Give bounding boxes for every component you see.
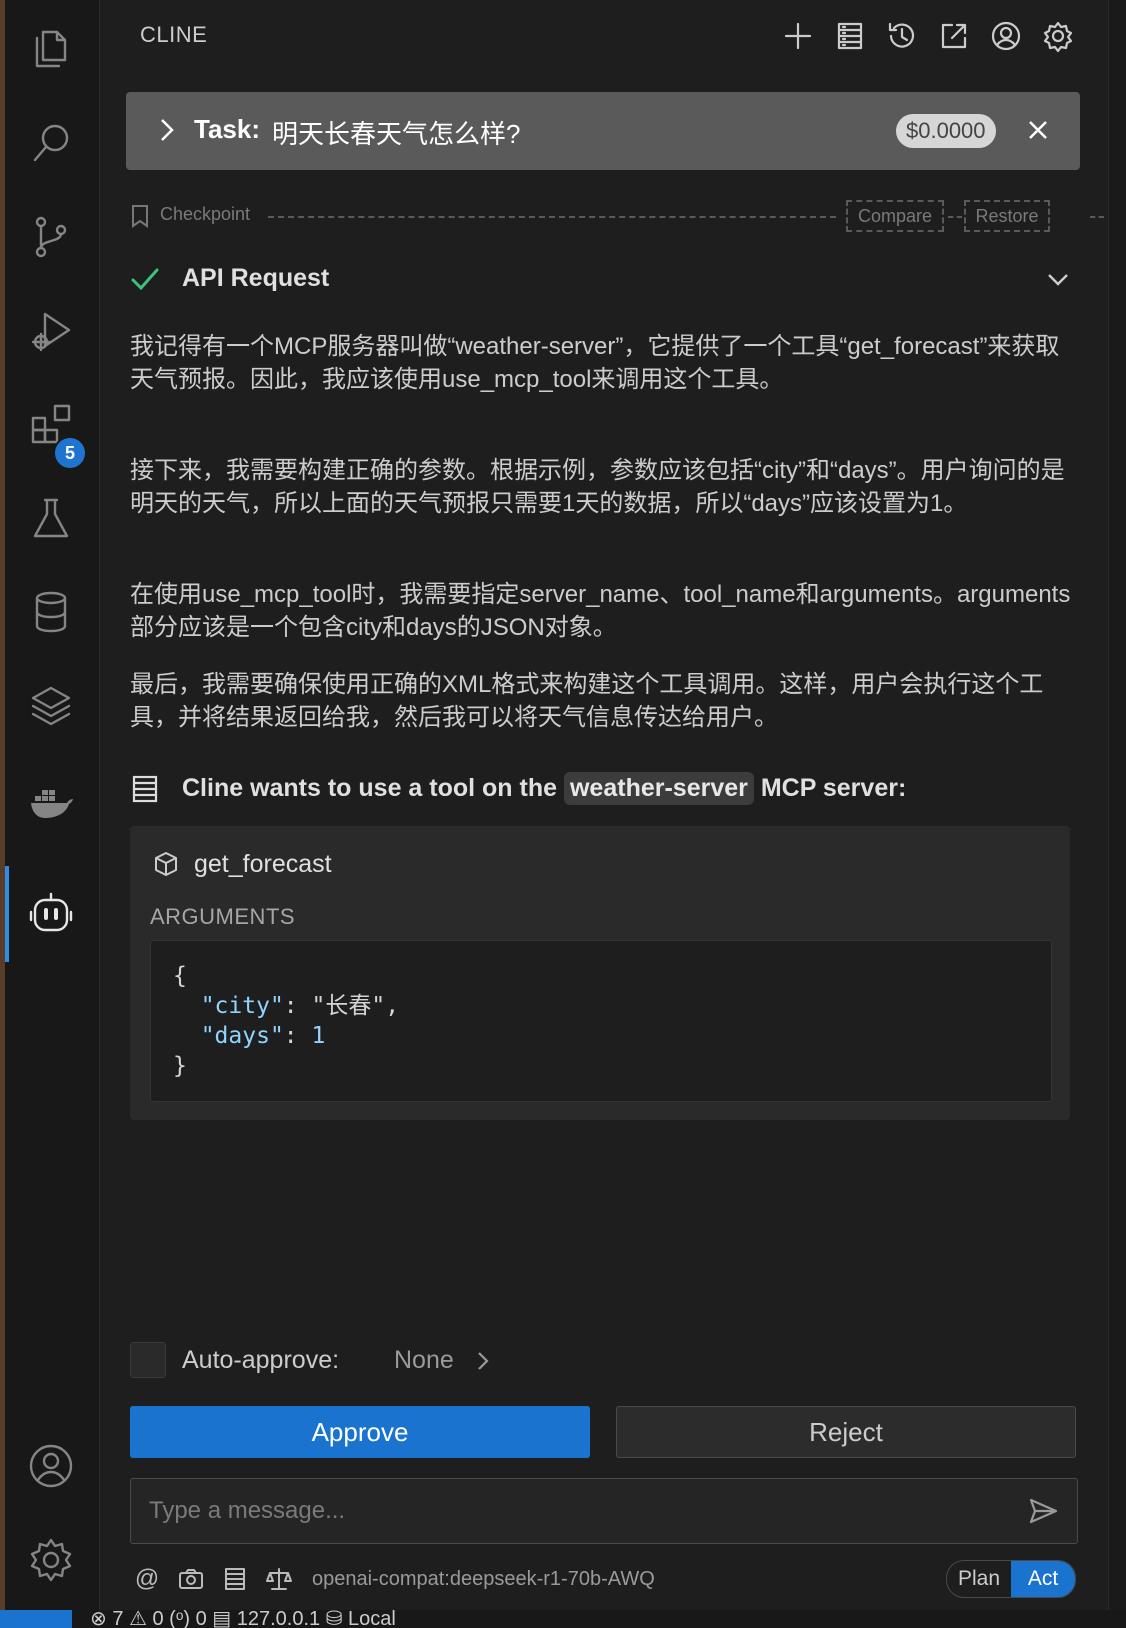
- close-icon[interactable]: [1022, 114, 1054, 146]
- auto-approve-value: None: [394, 1346, 454, 1374]
- camera-icon[interactable]: [176, 1564, 206, 1594]
- history-icon[interactable]: [882, 16, 922, 56]
- api-request-title: API Request: [182, 264, 330, 292]
- cline-panel: CLINE Task: 明天长春天气怎么样? $0.0000 Checkpoin…: [100, 0, 1108, 1610]
- reasoning-paragraph: 接下来，我需要构建正确的参数。根据示例，参数应该包括“city”和“days”。…: [130, 457, 1065, 517]
- task-header[interactable]: Task: 明天长春天气怎么样? $0.0000: [126, 92, 1080, 170]
- rules-scale-icon[interactable]: [264, 1564, 294, 1594]
- auto-approve-checkbox[interactable]: [130, 1342, 166, 1378]
- message-box: [130, 1478, 1078, 1544]
- arguments-code-block: { "city": "长春", "days": 1 }: [150, 940, 1052, 1102]
- server-icon: [130, 774, 160, 809]
- act-mode-option[interactable]: Act: [1011, 1561, 1075, 1597]
- task-label: Task:: [194, 114, 260, 144]
- panel-title: CLINE: [140, 22, 208, 47]
- chevron-right-icon[interactable]: [152, 114, 180, 146]
- tool-name: get_forecast: [194, 850, 332, 878]
- checkpoint-row: Checkpoint Compare Restore: [130, 200, 1108, 232]
- chevron-right-icon[interactable]: [472, 1348, 494, 1379]
- testing-icon[interactable]: [25, 492, 77, 544]
- task-text: 明天长春天气怎么样?: [272, 119, 521, 149]
- remote-indicator[interactable]: [0, 1610, 72, 1628]
- layers-icon[interactable]: [25, 680, 77, 732]
- search-icon[interactable]: [25, 116, 77, 168]
- server-name-badge: weather-server: [563, 772, 754, 805]
- open-in-editor-icon[interactable]: [934, 16, 974, 56]
- reasoning-paragraph: 最后，我需要确保使用正确的XML格式来构建这个工具调用。这样，用户会执行这个工具…: [130, 671, 1044, 731]
- api-request-row[interactable]: API Request: [130, 260, 1084, 300]
- extensions-badge: 5: [53, 436, 87, 470]
- settings-icon[interactable]: [25, 1534, 77, 1586]
- server-icon[interactable]: [220, 1564, 250, 1594]
- chevron-down-icon[interactable]: [1044, 266, 1072, 299]
- bookmark-icon: [130, 204, 150, 228]
- source-control-icon[interactable]: [25, 210, 77, 262]
- cline-robot-icon[interactable]: [25, 888, 77, 940]
- cube-icon: [152, 850, 180, 883]
- json-key: "city": [200, 993, 284, 1019]
- compare-button[interactable]: Compare: [846, 200, 944, 232]
- tool-request-header: Cline wants to use a tool on the weather…: [130, 768, 1090, 812]
- restore-button[interactable]: Restore: [964, 200, 1050, 232]
- tool-request-prefix: Cline wants to use a tool on the: [182, 774, 558, 802]
- status-bar-text: ⊗ 7 ⚠ 0 (ᵒ) 0 ▤ 127.0.0.1 ⛁ Local: [90, 1610, 396, 1628]
- mention-icon[interactable]: @: [132, 1564, 162, 1594]
- approve-button[interactable]: Approve: [130, 1406, 590, 1458]
- checkpoint-divider: [1090, 216, 1104, 218]
- database-icon[interactable]: [25, 586, 77, 638]
- json-brace: {: [173, 963, 187, 989]
- json-key: "days": [200, 1023, 284, 1049]
- run-debug-icon[interactable]: [25, 304, 77, 356]
- checkpoint-divider: [948, 216, 962, 218]
- json-value: 1: [311, 1023, 326, 1049]
- chat-footer: @ openai-compat:deepseek-r1-70b-AWQ Plan…: [130, 1560, 1080, 1600]
- json-value: "长春": [311, 993, 386, 1019]
- active-indicator: [5, 866, 9, 962]
- panel-header: CLINE: [100, 0, 1108, 72]
- settings-header-icon[interactable]: [1038, 16, 1078, 56]
- account-icon[interactable]: [25, 1440, 77, 1492]
- reasoning-paragraph: 在使用use_mcp_tool时，我需要指定server_name、tool_n…: [130, 581, 1071, 641]
- tool-request-text: Cline wants to use a tool on the weather…: [182, 772, 906, 805]
- tool-request-suffix: MCP server:: [760, 774, 907, 802]
- plan-mode-option[interactable]: Plan: [947, 1561, 1011, 1597]
- arguments-label: ARGUMENTS: [150, 904, 296, 929]
- task-cost-badge: $0.0000: [896, 114, 996, 148]
- docker-icon[interactable]: [25, 774, 77, 826]
- activity-bar: 5: [5, 0, 100, 1610]
- checkpoint-label: Checkpoint: [160, 204, 251, 224]
- model-selector[interactable]: openai-compat:deepseek-r1-70b-AWQ: [312, 1568, 655, 1591]
- scrollbar-track[interactable]: [1108, 0, 1126, 1628]
- tool-card: get_forecast ARGUMENTS { "city": "长春", "…: [130, 826, 1070, 1120]
- checkpoint-divider: [268, 216, 836, 218]
- auto-approve-row[interactable]: Auto-approve: None: [130, 1342, 730, 1378]
- plan-act-toggle[interactable]: Plan Act: [946, 1560, 1076, 1598]
- account-header-icon[interactable]: [986, 16, 1026, 56]
- reasoning-paragraph: 我记得有一个MCP服务器叫做“weather-server”，它提供了一个工具“…: [130, 333, 1060, 393]
- reject-button[interactable]: Reject: [616, 1406, 1076, 1458]
- mcp-servers-icon[interactable]: [830, 16, 870, 56]
- files-icon[interactable]: [25, 22, 77, 74]
- message-input[interactable]: [147, 1491, 991, 1531]
- auto-approve-label: Auto-approve:: [182, 1346, 340, 1374]
- send-icon[interactable]: [1027, 1495, 1059, 1532]
- new-task-icon[interactable]: [778, 16, 818, 56]
- status-bar: ⊗ 7 ⚠ 0 (ᵒ) 0 ▤ 127.0.0.1 ⛁ Local: [0, 1610, 1126, 1628]
- json-brace: }: [173, 1053, 187, 1079]
